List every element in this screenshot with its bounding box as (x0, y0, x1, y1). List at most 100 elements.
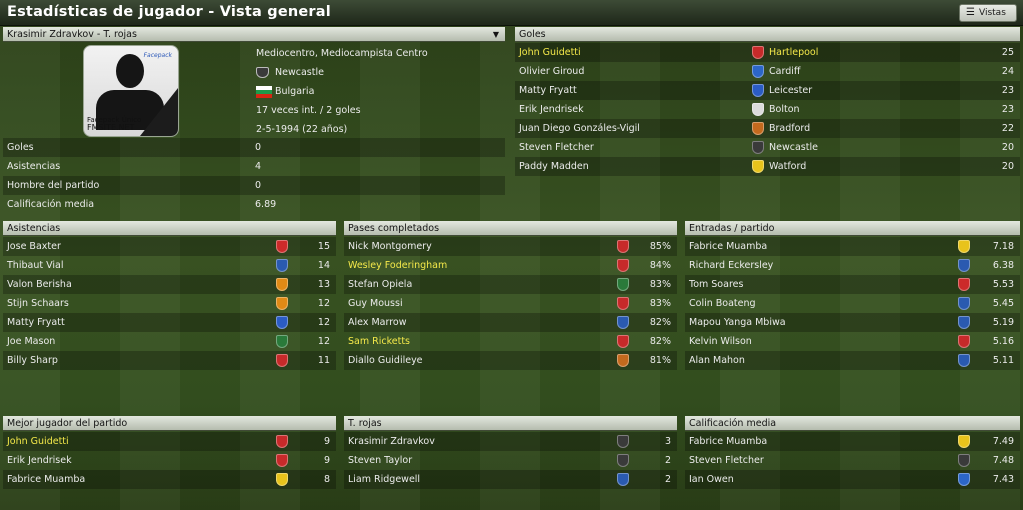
player-name[interactable]: Ian Owen (689, 470, 734, 489)
player-name[interactable]: Nick Montgomery (348, 237, 432, 256)
player-name[interactable]: Colin Boateng (689, 294, 756, 313)
list-item[interactable]: Stefan Opiela 83% (344, 275, 677, 294)
club-name[interactable]: Leicester (769, 81, 812, 100)
stat-value: 5.45 (992, 298, 1014, 309)
stat-label: Hombre del partido (7, 180, 100, 191)
club-crest-icon (958, 354, 970, 367)
player-name[interactable]: Juan Diego Gonzáles-Vigil (519, 119, 640, 138)
stat-value: 6.38 (992, 260, 1014, 271)
list-item[interactable]: Erik Jendrisek 9 (3, 451, 336, 470)
player-name[interactable]: Diallo Guidileye (348, 351, 423, 370)
list-item[interactable]: Diallo Guidileye 81% (344, 351, 677, 370)
player-name[interactable]: Kelvin Wilson (689, 332, 752, 351)
player-name[interactable]: Alex Marrow (348, 313, 407, 332)
player-club[interactable]: Newcastle (275, 67, 324, 78)
player-selector[interactable]: Krasimir Zdravkov - T. rojas ▼ (3, 27, 505, 42)
player-name[interactable]: Stijn Schaars (7, 294, 69, 313)
list-item[interactable]: Sam Ricketts 82% (344, 332, 677, 351)
list-item[interactable]: Fabrice Muamba 7.18 (685, 237, 1020, 256)
player-name[interactable]: Matty Fryatt (7, 313, 65, 332)
club-name[interactable]: Bradford (769, 119, 810, 138)
stat-label: Asistencias (7, 161, 61, 172)
list-item[interactable]: Steven Fletcher Newcastle 20 (515, 138, 1020, 157)
player-name[interactable]: Steven Fletcher (689, 451, 764, 470)
avg-rating-panel: Calificación media Fabrice Muamba 7.49 Stev… (685, 416, 1020, 492)
list-item[interactable]: Olivier Giroud Cardiff 24 (515, 62, 1020, 81)
club-crest-icon (752, 46, 764, 59)
player-position: Mediocentro, Mediocampista Centro (256, 48, 428, 59)
list-item[interactable]: Mapou Yanga Mbiwa 5.19 (685, 313, 1020, 332)
player-name[interactable]: Steven Fletcher (519, 138, 594, 157)
list-item[interactable]: Paddy Madden Watford 20 (515, 157, 1020, 176)
list-item[interactable]: Steven Fletcher 7.48 (685, 451, 1020, 470)
player-name[interactable]: Jose Baxter (7, 237, 61, 256)
tackles-header: Entradas / partido (685, 221, 1020, 236)
list-item[interactable]: Valon Berisha 13 (3, 275, 336, 294)
list-item[interactable]: Colin Boateng 5.45 (685, 294, 1020, 313)
player-name[interactable]: Alan Mahon (689, 351, 745, 370)
list-item[interactable]: Krasimir Zdravkov 3 (344, 432, 677, 451)
views-button[interactable]: ☰ Vistas (959, 4, 1017, 22)
club-crest-icon (617, 278, 629, 291)
list-item[interactable]: Ian Owen 7.43 (685, 470, 1020, 489)
chevron-down-icon: ▼ (492, 30, 499, 39)
list-item[interactable]: Kelvin Wilson 5.16 (685, 332, 1020, 351)
list-item[interactable]: Juan Diego Gonzáles-Vigil Bradford 22 (515, 119, 1020, 138)
list-item[interactable]: Thibaut Vial 14 (3, 256, 336, 275)
club-name[interactable]: Bolton (769, 100, 800, 119)
list-item[interactable]: John Guidetti 9 (3, 432, 336, 451)
list-item[interactable]: John Guidetti Hartlepool 25 (515, 43, 1020, 62)
list-item[interactable]: Stijn Schaars 12 (3, 294, 336, 313)
tackles-panel: Entradas / partido Fabrice Muamba 7.18 Rich… (685, 221, 1020, 371)
list-item[interactable]: Steven Taylor 2 (344, 451, 677, 470)
club-crest-icon (617, 335, 629, 348)
list-item[interactable]: Tom Soares 5.53 (685, 275, 1020, 294)
player-name[interactable]: John Guidetti (519, 43, 581, 62)
player-name[interactable]: Erik Jendrisek (7, 451, 72, 470)
player-name[interactable]: Tom Soares (689, 275, 743, 294)
list-item[interactable]: Nick Montgomery 85% (344, 237, 677, 256)
player-name[interactable]: Thibaut Vial (7, 256, 63, 275)
player-name[interactable]: Matty Fryatt (519, 81, 577, 100)
player-name[interactable]: Sam Ricketts (348, 332, 410, 351)
stat-value: 25 (1001, 47, 1014, 58)
list-item[interactable]: Matty Fryatt Leicester 23 (515, 81, 1020, 100)
player-name[interactable]: John Guidetti (7, 432, 69, 451)
club-name[interactable]: Hartlepool (769, 43, 818, 62)
list-item[interactable]: Fabrice Muamba 7.49 (685, 432, 1020, 451)
stat-value: 85% (649, 241, 671, 252)
player-name[interactable]: Joe Mason (7, 332, 55, 351)
list-item[interactable]: Guy Moussi 83% (344, 294, 677, 313)
player-name[interactable]: Steven Taylor (348, 451, 412, 470)
list-item[interactable]: Fabrice Muamba 8 (3, 470, 336, 489)
list-item[interactable]: Alex Marrow 82% (344, 313, 677, 332)
list-item[interactable]: Liam Ridgewell 2 (344, 470, 677, 489)
list-item[interactable]: Erik Jendrisek Bolton 23 (515, 100, 1020, 119)
player-name[interactable]: Valon Berisha (7, 275, 72, 294)
club-name[interactable]: Newcastle (769, 138, 818, 157)
player-name[interactable]: Olivier Giroud (519, 62, 584, 81)
list-item[interactable]: Wesley Foderingham 84% (344, 256, 677, 275)
list-item[interactable]: Richard Eckersley 6.38 (685, 256, 1020, 275)
player-name[interactable]: Guy Moussi (348, 294, 403, 313)
list-item[interactable]: Joe Mason 12 (3, 332, 336, 351)
list-item[interactable]: Matty Fryatt 12 (3, 313, 336, 332)
club-name[interactable]: Watford (769, 157, 806, 176)
player-nation[interactable]: Bulgaria (275, 86, 314, 97)
player-name[interactable]: Stefan Opiela (348, 275, 412, 294)
player-name[interactable]: Paddy Madden (519, 157, 589, 176)
player-name[interactable]: Liam Ridgewell (348, 470, 420, 489)
player-name[interactable]: Fabrice Muamba (689, 432, 767, 451)
player-name[interactable]: Billy Sharp (7, 351, 58, 370)
list-item[interactable]: Billy Sharp 11 (3, 351, 336, 370)
player-name[interactable]: Erik Jendrisek (519, 100, 584, 119)
list-item[interactable]: Alan Mahon 5.11 (685, 351, 1020, 370)
list-item[interactable]: Jose Baxter 15 (3, 237, 336, 256)
player-name[interactable]: Fabrice Muamba (7, 470, 85, 489)
player-name[interactable]: Fabrice Muamba (689, 237, 767, 256)
player-name[interactable]: Mapou Yanga Mbiwa (689, 313, 786, 332)
player-name[interactable]: Wesley Foderingham (348, 256, 447, 275)
player-name[interactable]: Richard Eckersley (689, 256, 773, 275)
player-name[interactable]: Krasimir Zdravkov (348, 432, 435, 451)
club-name[interactable]: Cardiff (769, 62, 800, 81)
